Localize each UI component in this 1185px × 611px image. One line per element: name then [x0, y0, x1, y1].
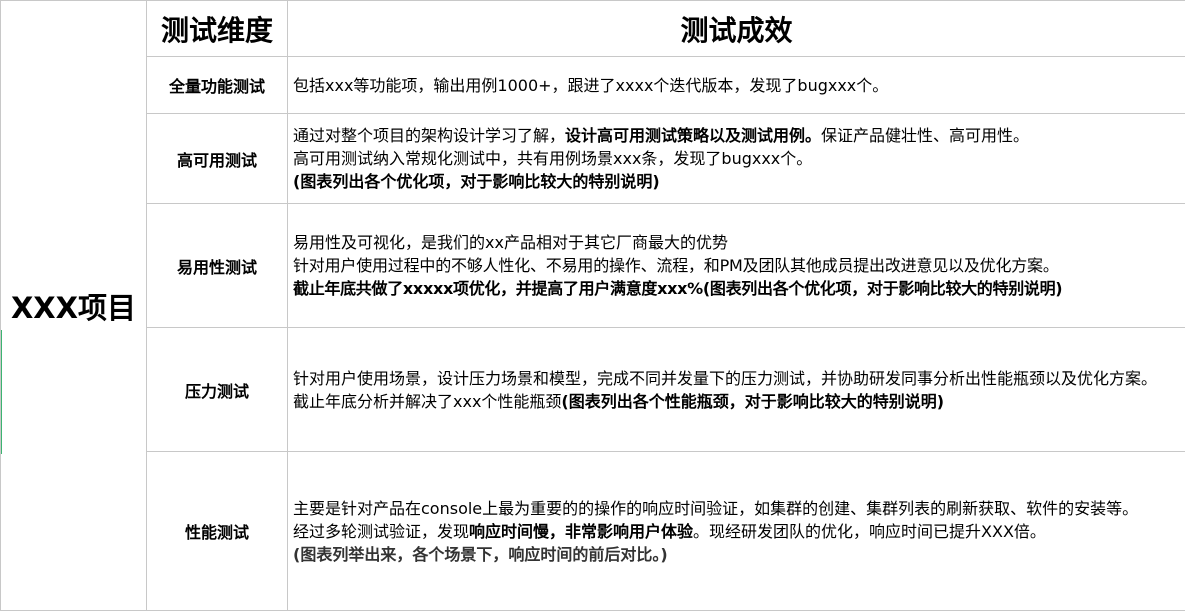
result-line: 易用性及可视化，是我们的xx产品相对于其它厂商最大的优势	[293, 231, 1179, 254]
result-line: 高可用测试纳入常规化测试中，共有用例场景xxx条，发现了bugxxx个。	[293, 147, 1179, 170]
result-text: 通过对整个项目的架构设计学习了解，	[293, 126, 565, 145]
dimension-cell: 高可用测试	[147, 114, 288, 204]
header-result: 测试成效	[288, 1, 1185, 57]
result-text: 经过多轮测试验证，发现	[293, 522, 469, 541]
result-text: 截止年底分析并解决了xxx个性能瓶颈	[293, 392, 561, 411]
result-emphasis: 设计高可用测试策略以及测试用例。	[565, 126, 821, 145]
table-row: 易用性测试 易用性及可视化，是我们的xx产品相对于其它厂商最大的优势 针对用户使…	[1, 204, 1185, 328]
table-row: 全量功能测试 包括xxx等功能项，输出用例1000+，跟进了xxxx个迭代版本，…	[1, 57, 1185, 114]
table-row: 高可用测试 通过对整个项目的架构设计学习了解，设计高可用测试策略以及测试用例。保…	[1, 114, 1185, 204]
result-cell: 主要是针对产品在console上最为重要的的操作的响应时间验证，如集群的创建、集…	[288, 452, 1185, 611]
dimension-cell: 性能测试	[147, 452, 288, 611]
result-line: 主要是针对产品在console上最为重要的的操作的响应时间验证，如集群的创建、集…	[293, 497, 1179, 520]
result-cell: 通过对整个项目的架构设计学习了解，设计高可用测试策略以及测试用例。保证产品健壮性…	[288, 114, 1185, 204]
dimension-cell: 全量功能测试	[147, 57, 288, 114]
result-line: 截止年底分析并解决了xxx个性能瓶颈(图表列出各个性能瓶颈，对于影响比较大的特别…	[293, 390, 1179, 413]
result-cell: 易用性及可视化，是我们的xx产品相对于其它厂商最大的优势 针对用户使用过程中的不…	[288, 204, 1185, 328]
test-results-table: XXX项目 测试维度 测试成效 全量功能测试 包括xxx等功能项，输出用例100…	[0, 0, 1185, 611]
result-note: (图表列举出来，各个场景下，响应时间的前后对比。)	[293, 543, 1179, 566]
table-row: 性能测试 主要是针对产品在console上最为重要的的操作的响应时间验证，如集群…	[1, 452, 1185, 611]
result-emphasis: (图表列出各个性能瓶颈，对于影响比较大的特别说明)	[561, 392, 944, 411]
table-row: 压力测试 针对用户使用场景，设计压力场景和模型，完成不同并发量下的压力测试，并协…	[1, 328, 1185, 452]
result-note: 截止年底共做了xxxxx项优化，并提高了用户满意度xxx%(图表列出各个优化项，…	[293, 277, 1179, 300]
header-dimension: 测试维度	[147, 1, 288, 57]
result-cell: 针对用户使用场景，设计压力场景和模型，完成不同并发量下的压力测试，并协助研发同事…	[288, 328, 1185, 452]
result-line: 经过多轮测试验证，发现响应时间慢，非常影响用户体验。现经研发团队的优化，响应时间…	[293, 520, 1179, 543]
result-line: 针对用户使用场景，设计压力场景和模型，完成不同并发量下的压力测试，并协助研发同事…	[293, 367, 1179, 390]
result-line: 针对用户使用过程中的不够人性化、不易用的操作、流程，和PM及团队其他成员提出改进…	[293, 254, 1179, 277]
result-text: 。现经研发团队的优化，响应时间已提升XXX倍。	[693, 522, 1046, 541]
result-cell: 包括xxx等功能项，输出用例1000+，跟进了xxxx个迭代版本，发现了bugx…	[288, 57, 1185, 114]
project-name: XXX项目	[1, 1, 147, 611]
header-row: XXX项目 测试维度 测试成效	[1, 1, 1185, 57]
result-line: 通过对整个项目的架构设计学习了解，设计高可用测试策略以及测试用例。保证产品健壮性…	[293, 124, 1179, 147]
dimension-cell: 易用性测试	[147, 204, 288, 328]
result-note: (图表列出各个优化项，对于影响比较大的特别说明)	[293, 170, 1179, 193]
result-line: 包括xxx等功能项，输出用例1000+，跟进了xxxx个迭代版本，发现了bugx…	[293, 74, 1179, 97]
dimension-cell: 压力测试	[147, 328, 288, 452]
result-emphasis: 响应时间慢，非常影响用户体验	[469, 522, 693, 541]
result-text: 保证产品健壮性、高可用性。	[821, 126, 1029, 145]
